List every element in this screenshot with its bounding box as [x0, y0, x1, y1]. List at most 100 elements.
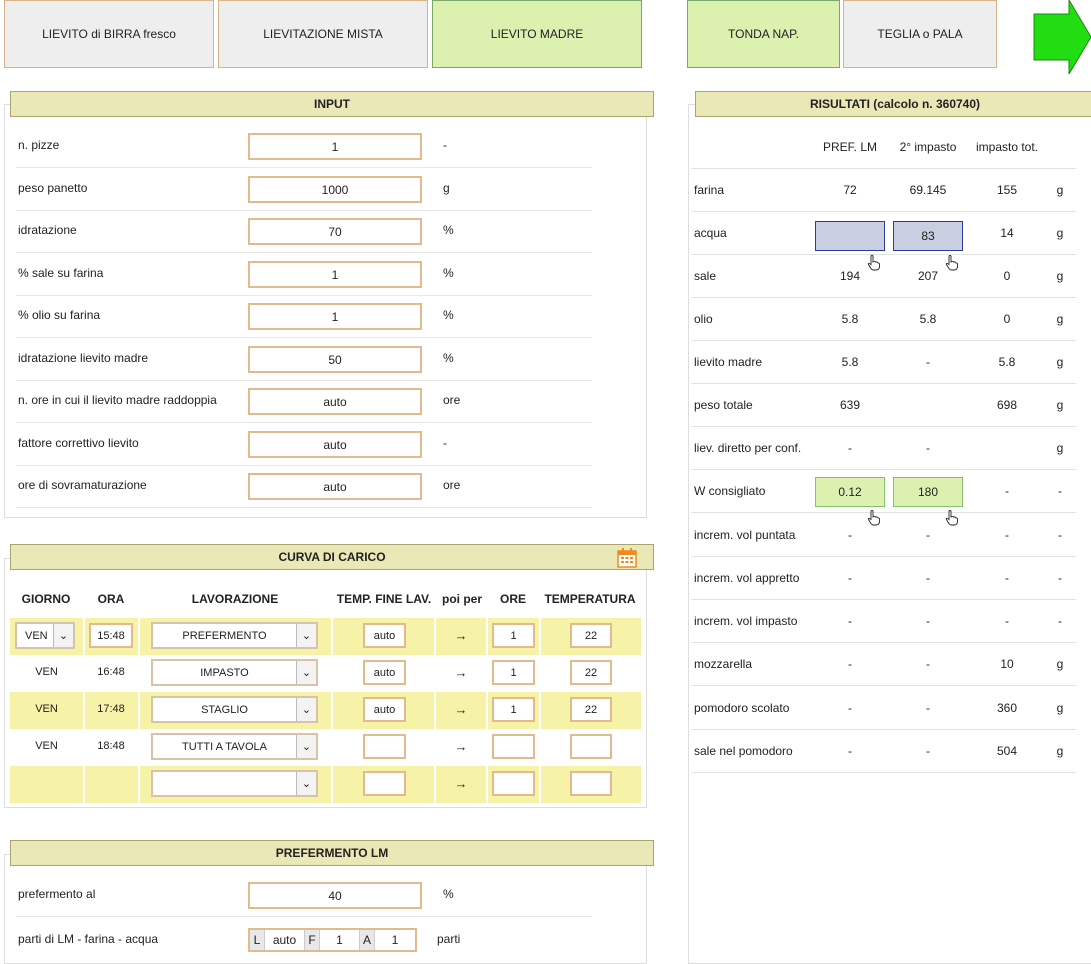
result-value: -: [926, 614, 930, 628]
result-unit: g: [1056, 355, 1064, 369]
lavorazione-value: IMPASTO: [200, 666, 249, 679]
giorno-value: VEN: [25, 629, 48, 642]
result-unit: g: [1056, 398, 1064, 412]
parti-f-input[interactable]: 1: [320, 930, 360, 950]
cell-separator: [486, 655, 488, 692]
result-value: 5.8: [841, 312, 859, 326]
tab-lievitazione-mista[interactable]: LIEVITAZIONE MISTA: [218, 0, 428, 68]
temperatura-input[interactable]: 22: [570, 697, 612, 722]
sale-input[interactable]: 1: [248, 261, 422, 288]
calendar-icon[interactable]: [617, 548, 637, 568]
temp-fine-input[interactable]: auto: [363, 660, 406, 685]
n-pizze-input[interactable]: 1: [248, 133, 422, 160]
input-row-peso-panetto: peso panetto 1000 g: [16, 169, 592, 211]
tab-teglia-pala[interactable]: TEGLIA o PALA: [843, 0, 997, 68]
tab-lievito-birra[interactable]: LIEVITO di BIRRA fresco: [4, 0, 214, 68]
lavorazione-value: STAGLIO: [201, 703, 248, 716]
tab-tonda-nap[interactable]: TONDA NAP.: [687, 0, 840, 68]
ore-input[interactable]: 1: [492, 660, 535, 685]
row-label: peso panetto: [18, 181, 88, 195]
acqua-c2-input[interactable]: 83: [893, 221, 963, 251]
lavorazione-select[interactable]: TUTTI A TAVOLA ⌄: [151, 733, 318, 760]
result-label: increm. vol appretto: [694, 571, 800, 585]
lavorazione-select[interactable]: STAGLIO ⌄: [151, 696, 318, 723]
w-c1-input[interactable]: 0.12: [815, 477, 885, 507]
parti-a-input[interactable]: 1: [375, 930, 415, 950]
cell-separator: [539, 692, 541, 729]
chevron-down-icon[interactable]: ⌄: [296, 698, 316, 721]
result-unit: g: [1056, 226, 1064, 240]
temp-fine-input[interactable]: [363, 771, 406, 796]
idratazione-input[interactable]: 70: [248, 218, 422, 245]
chevron-down-icon[interactable]: ⌄: [53, 624, 73, 647]
col-poi-per: poi per: [441, 592, 482, 606]
result-label: peso totale: [694, 398, 753, 412]
chevron-down-icon[interactable]: ⌄: [296, 735, 316, 758]
temp-fine-input[interactable]: auto: [363, 697, 406, 722]
ore-input[interactable]: 1: [492, 697, 535, 722]
olio-input[interactable]: 1: [248, 303, 422, 330]
chevron-down-icon[interactable]: ⌄: [296, 661, 316, 684]
result-label: lievito madre: [694, 355, 763, 369]
prefermento-input[interactable]: 40: [248, 882, 422, 909]
arrow-right-icon[interactable]: [1033, 0, 1091, 74]
row-unit: %: [443, 266, 454, 280]
result-unit: g: [1056, 312, 1064, 326]
acqua-c1-input[interactable]: [815, 221, 885, 251]
temp-fine-input[interactable]: [363, 734, 406, 759]
result-unit: g: [1056, 183, 1064, 197]
cell-separator: [539, 729, 541, 766]
input-row-fattore: fattore correttivo lievito auto -: [16, 424, 592, 466]
temperatura-input[interactable]: [570, 771, 612, 796]
result-value: -: [848, 441, 852, 455]
col-lavorazione: LAVORAZIONE: [191, 592, 279, 606]
temperatura-input[interactable]: 22: [570, 660, 612, 685]
lavorazione-select[interactable]: IMPASTO ⌄: [151, 659, 318, 686]
result-value: -: [848, 571, 852, 585]
result-label: acqua: [694, 226, 727, 240]
result-unit: g: [1056, 657, 1064, 671]
lavorazione-select[interactable]: ⌄: [151, 770, 318, 797]
result-unit: g: [1056, 441, 1064, 455]
result-row: increm. vol appretto - - - -: [691, 557, 1076, 600]
result-value: 5.8: [998, 355, 1016, 369]
parti-a-key: A: [360, 930, 375, 950]
result-label: increm. vol impasto: [694, 614, 798, 628]
lavorazione-select[interactable]: PREFERMENTO ⌄: [151, 622, 318, 649]
ora-input[interactable]: 15:48: [89, 623, 133, 648]
result-unit: g: [1056, 744, 1064, 758]
ore-input[interactable]: 1: [492, 623, 535, 648]
parti-l-input[interactable]: auto: [265, 930, 305, 950]
ore-input[interactable]: [492, 734, 535, 759]
result-value: -: [1005, 571, 1009, 585]
cell-separator: [539, 655, 541, 692]
temperatura-input[interactable]: [570, 734, 612, 759]
arrow-icon: →: [454, 702, 468, 717]
idratazione-lm-input[interactable]: 50: [248, 346, 422, 373]
fattore-input[interactable]: auto: [248, 431, 422, 458]
ore-raddoppio-input[interactable]: auto: [248, 388, 422, 415]
chevron-down-icon[interactable]: ⌄: [296, 624, 316, 647]
sovramaturazione-input[interactable]: auto: [248, 473, 422, 500]
ore-input[interactable]: [492, 771, 535, 796]
temp-fine-input[interactable]: auto: [363, 623, 406, 648]
giorno-select[interactable]: VEN ⌄: [15, 622, 75, 649]
w-c2-input[interactable]: 180: [893, 477, 963, 507]
tab-lievito-madre[interactable]: LIEVITO MADRE: [432, 0, 642, 68]
lavorazione-value: PREFERMENTO: [182, 629, 267, 642]
curva-row: ⌄ →: [10, 766, 641, 803]
cell-separator: [434, 692, 436, 729]
chevron-down-icon[interactable]: ⌄: [296, 772, 316, 795]
row-label: idratazione: [18, 223, 77, 237]
result-row: sale 194 207 0 g: [691, 255, 1076, 298]
result-value: -: [1005, 614, 1009, 628]
row-unit: ore: [443, 478, 461, 492]
giorno-text: VEN: [35, 703, 58, 715]
result-value: -: [848, 528, 852, 542]
result-value: 207: [917, 269, 939, 283]
cell-separator: [138, 655, 140, 692]
input-row-sovramaturazione: ore di sovramaturazione auto ore: [16, 466, 592, 508]
input-row-n-pizze: n. pizze 1 -: [16, 126, 592, 168]
temperatura-input[interactable]: 22: [570, 623, 612, 648]
peso-panetto-input[interactable]: 1000: [248, 176, 422, 203]
